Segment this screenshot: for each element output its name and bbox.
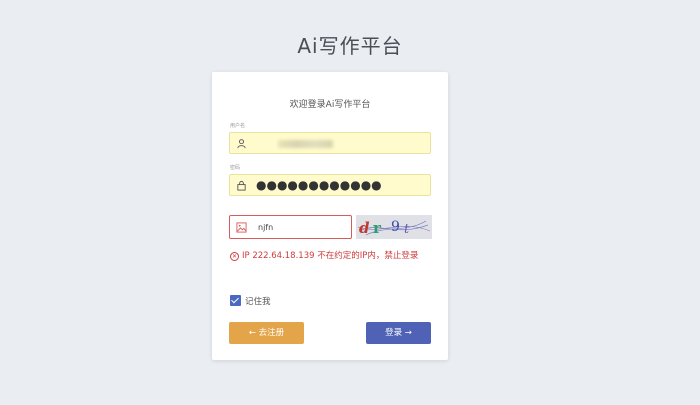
captcha-input[interactable] bbox=[258, 220, 346, 235]
password-input[interactable] bbox=[256, 177, 426, 193]
username-label: 用户名 bbox=[230, 123, 246, 129]
remember-label: 记住我 bbox=[245, 297, 271, 307]
app-title: Ai写作平台 bbox=[297, 34, 403, 58]
remember-me[interactable]: 记住我 bbox=[230, 295, 271, 307]
svg-text:t: t bbox=[404, 222, 410, 237]
login-button[interactable]: 登录 → bbox=[366, 322, 431, 344]
username-field[interactable] bbox=[229, 132, 431, 154]
username-value-blurred bbox=[278, 140, 333, 148]
error-text: IP 222.64.18.139 不在约定的IP内，禁止登录 bbox=[242, 251, 419, 261]
login-card: 欢迎登录Ai写作平台 用户名 密码 d r 9 t bbox=[212, 72, 448, 360]
password-field[interactable] bbox=[229, 174, 431, 196]
captcha-field[interactable] bbox=[229, 215, 352, 239]
register-button[interactable]: ← 去注册 bbox=[229, 322, 304, 344]
image-icon bbox=[236, 222, 247, 233]
captcha-graphic: d r 9 t bbox=[357, 219, 431, 237]
user-icon bbox=[237, 139, 246, 149]
svg-text:r: r bbox=[373, 219, 382, 237]
remember-checkbox[interactable] bbox=[230, 295, 241, 306]
password-label: 密码 bbox=[230, 165, 241, 171]
error-message: ✕ IP 222.64.18.139 不在约定的IP内，禁止登录 bbox=[230, 249, 435, 263]
error-icon: ✕ bbox=[230, 252, 239, 261]
captcha-image[interactable]: d r 9 t bbox=[356, 215, 432, 239]
lock-icon bbox=[237, 180, 246, 191]
svg-text:d: d bbox=[359, 219, 370, 237]
welcome-text: 欢迎登录Ai写作平台 bbox=[289, 100, 371, 110]
svg-text:9: 9 bbox=[391, 219, 400, 235]
